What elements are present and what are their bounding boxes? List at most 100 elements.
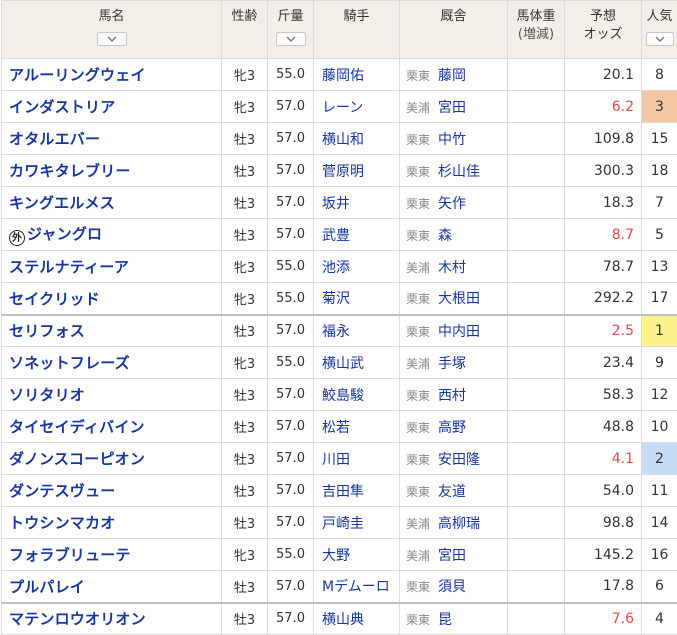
jockey-link[interactable]: 川田 xyxy=(322,452,350,468)
horse-name-link[interactable]: セリフォス xyxy=(9,322,85,340)
trainer-link[interactable]: 大根田 xyxy=(438,291,480,307)
jockey-cell: Mデムーロ xyxy=(313,570,400,603)
jockey-link[interactable]: 松若 xyxy=(322,420,350,436)
jockey-link[interactable]: 戸崎圭 xyxy=(322,516,364,532)
horse-name-link[interactable]: ダノンスコーピオン xyxy=(9,450,145,468)
stable-cell: 栗東 中内田 xyxy=(399,313,508,347)
stable-region: 栗東 xyxy=(406,68,431,83)
horse-cell: プルパレイ xyxy=(1,570,222,603)
stable-region: 栗東 xyxy=(406,452,431,467)
header-horse[interactable]: 馬名 xyxy=(1,0,222,59)
header-stable[interactable]: 厩舎 xyxy=(399,0,508,59)
jockey-link[interactable]: 菊沢 xyxy=(322,291,350,307)
jockey-cell: 松若 xyxy=(313,410,400,443)
table-row: カワキタレブリー 牡3 57.0 菅原明 栗東 杉山佳 300.3 18 xyxy=(1,154,677,187)
sort-horse-button[interactable] xyxy=(96,32,127,46)
stable-cell: 美浦 木村 xyxy=(399,250,508,283)
horse-name-link[interactable]: ソリタリオ xyxy=(9,386,85,404)
trainer-link[interactable]: 昆 xyxy=(438,612,452,628)
jockey-link[interactable]: 吉田隼 xyxy=(322,484,364,500)
horse-name-link[interactable]: マテンロウオリオン xyxy=(9,610,146,628)
popularity-cell: 17 xyxy=(641,282,677,315)
horse-name-link[interactable]: アルーリングウェイ xyxy=(9,66,146,84)
horse-cell: キングエルメス xyxy=(1,186,222,219)
sex-age-cell: 牝3 xyxy=(221,58,268,91)
popularity-cell: 4 xyxy=(641,601,677,635)
sort-weight-button[interactable] xyxy=(275,32,306,46)
trainer-link[interactable]: 手塚 xyxy=(438,356,466,372)
trainer-link[interactable]: 高柳瑞 xyxy=(438,516,480,532)
jockey-link[interactable]: 池添 xyxy=(322,260,350,276)
body-weight-cell xyxy=(507,442,565,475)
trainer-link[interactable]: 森 xyxy=(438,228,452,244)
jockey-cell: 吉田隼 xyxy=(313,474,400,507)
jockey-cell: 菊沢 xyxy=(313,282,400,315)
body-weight-cell xyxy=(507,122,565,155)
trainer-link[interactable]: 西村 xyxy=(438,388,466,404)
trainer-link[interactable]: 須貝 xyxy=(438,579,466,595)
table-row: マテンロウオリオン 牡3 57.0 横山典 栗東昆 7.6 4 xyxy=(1,601,677,635)
horse-name-link[interactable]: ステルナティーア xyxy=(9,258,129,276)
horse-name-link[interactable]: インダストリア xyxy=(9,98,115,116)
horse-name-link[interactable]: ジャングロ xyxy=(27,225,102,243)
jockey-link[interactable]: 横山典 xyxy=(322,612,364,628)
header-body-weight[interactable]: 馬体重 (増減) xyxy=(507,0,565,59)
foreign-horse-mark: 外 xyxy=(9,230,25,246)
jockey-link[interactable]: 武豊 xyxy=(322,228,350,244)
sex-age-cell: 牡3 xyxy=(221,378,268,411)
trainer-link[interactable]: 安田隆 xyxy=(438,452,480,468)
trainer-link[interactable]: 木村 xyxy=(438,260,466,276)
jockey-link[interactable]: 横山和 xyxy=(322,132,364,148)
stable-cell: 栗東昆 xyxy=(399,601,508,635)
stable-region: 美浦 xyxy=(406,100,431,115)
header-popularity[interactable]: 人気 xyxy=(641,0,677,59)
horse-name-link[interactable]: プルパレイ xyxy=(9,578,85,596)
horse-name-link[interactable]: カワキタレブリー xyxy=(9,162,131,180)
horse-name-link[interactable]: ソネットフレーズ xyxy=(9,354,130,372)
horse-name-link[interactable]: キングエルメス xyxy=(9,194,115,212)
horse-name-link[interactable]: トウシンマカオ xyxy=(9,514,115,532)
horse-name-link[interactable]: ダンテスヴュー xyxy=(9,482,115,500)
sort-popularity-button[interactable] xyxy=(645,32,674,46)
jockey-link[interactable]: 横山武 xyxy=(322,356,364,372)
jockey-cell: 戸崎圭 xyxy=(313,506,400,539)
jockey-link[interactable]: 菅原明 xyxy=(322,164,364,180)
jockey-link[interactable]: 福永 xyxy=(322,324,350,340)
popularity-cell: 9 xyxy=(641,346,677,379)
odds-cell: 48.8 xyxy=(564,410,642,443)
jockey-link[interactable]: 大野 xyxy=(322,548,350,564)
jockey-link[interactable]: Mデムーロ xyxy=(322,579,390,595)
trainer-link[interactable]: 杉山佳 xyxy=(438,164,480,180)
horse-name-link[interactable]: オタルエバー xyxy=(9,130,100,148)
popularity-cell: 13 xyxy=(641,250,677,283)
trainer-link[interactable]: 宮田 xyxy=(438,548,466,564)
popularity-cell: 8 xyxy=(641,58,677,91)
trainer-link[interactable]: 藤岡 xyxy=(438,68,466,84)
jockey-cell: 横山和 xyxy=(313,122,400,155)
header-sex-age[interactable]: 性齢 xyxy=(221,0,268,59)
horse-name-link[interactable]: フォラブリューテ xyxy=(9,546,131,564)
header-weight[interactable]: 斤量 xyxy=(267,0,314,59)
jockey-link[interactable]: 藤岡佑 xyxy=(322,68,364,84)
jockey-cell: 川田 xyxy=(313,442,400,475)
trainer-link[interactable]: 中竹 xyxy=(438,132,466,148)
horse-name-link[interactable]: タイセイディバイン xyxy=(9,418,145,436)
table-row: ステルナティーア 牝3 55.0 池添 美浦 木村 78.7 13 xyxy=(1,250,677,283)
trainer-link[interactable]: 中内田 xyxy=(438,324,480,340)
trainer-link[interactable]: 宮田 xyxy=(438,100,466,116)
stable-region: 栗東 xyxy=(406,484,431,499)
jockey-link[interactable]: レーン xyxy=(322,100,363,116)
header-jockey[interactable]: 騎手 xyxy=(313,0,400,59)
jockey-link[interactable]: 鮫島駿 xyxy=(322,388,364,404)
jockey-link[interactable]: 坂井 xyxy=(322,196,350,212)
trainer-link[interactable]: 友道 xyxy=(438,484,466,500)
weight-cell: 57.0 xyxy=(267,218,314,251)
trainer-link[interactable]: 矢作 xyxy=(438,196,466,212)
horse-name-link[interactable]: セイクリッド xyxy=(9,290,100,308)
trainer-link[interactable]: 高野 xyxy=(438,420,466,436)
stable-cell: 栗東 西村 xyxy=(399,378,508,411)
header-odds[interactable]: 予想 オッズ xyxy=(564,0,642,59)
stable-cell: 美浦 宮田 xyxy=(399,538,508,571)
odds-cell: 8.7 xyxy=(564,218,642,251)
odds-cell: 98.8 xyxy=(564,506,642,539)
